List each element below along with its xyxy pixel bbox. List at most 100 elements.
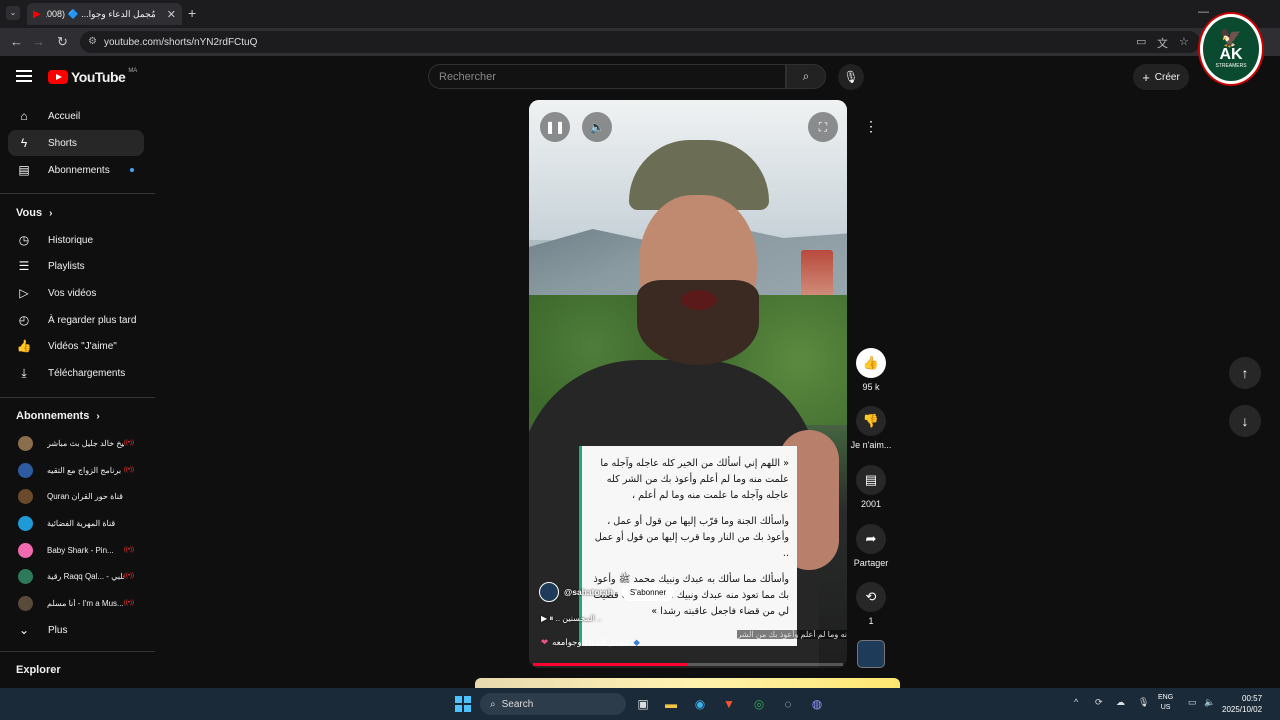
subscription-label: رقية Raqq Qal... - رقّ قلبي — [47, 571, 124, 581]
url-field[interactable]: ⚙ youtube.com/shorts/nYN2rdFCtuQ — [80, 31, 1200, 53]
browser-tab[interactable]: ▶ مُجمل الدعاء وجوا... 🔷 (1008) ✕ — [27, 3, 182, 25]
subscription-item[interactable]: الشيخ خالد جليل بث مباشر ((•)) — [8, 430, 144, 456]
avatar-subtext: STREAMERS — [1215, 63, 1247, 69]
app-icon[interactable]: ◌ — [778, 694, 798, 714]
live-icon: ((•)) — [123, 600, 134, 606]
language-indicator[interactable]: ENG US — [1158, 693, 1173, 713]
like-count: 95 k — [862, 382, 880, 392]
video-title-line[interactable]: ▶ ⏸ .. المحسنين .. — [541, 614, 601, 624]
chrome-icon[interactable]: ◎ — [749, 694, 769, 714]
bookmark-star-icon[interactable]: ☆ — [1179, 35, 1189, 48]
subscription-item[interactable]: Quran قناة حور القران — [8, 483, 144, 509]
edge-icon[interactable]: ◉ — [690, 694, 710, 714]
sidebar-item-watch-later[interactable]: ◴ À regarder plus tard — [8, 307, 144, 333]
create-button[interactable]: + Créer — [1133, 64, 1189, 90]
taskbar-search[interactable]: ⌕ Search — [480, 693, 626, 715]
translate-icon[interactable]: 文 — [1157, 35, 1168, 51]
volume-icon[interactable]: 🔈 — [582, 112, 612, 142]
video-caption[interactable]: ❤ مُجمل الدعاء وجوامعه ◆ — [541, 637, 640, 648]
tab-close-button[interactable]: ✕ — [167, 8, 176, 21]
comment-icon[interactable]: ▤ — [856, 465, 886, 495]
next-short-arrow-icon[interactable]: ↓ — [1229, 405, 1261, 437]
live-icon: ((•)) — [123, 467, 134, 473]
discord-icon[interactable]: ◍ — [807, 694, 827, 714]
tab-list-button[interactable]: ⌄ — [6, 6, 20, 20]
next-short-preview[interactable] — [475, 678, 900, 688]
thumbs-down-icon[interactable]: 👎 — [856, 406, 886, 436]
fullscreen-icon[interactable]: ⛶ — [808, 112, 838, 142]
forward-icon[interactable]: → — [32, 34, 45, 49]
avatar[interactable]: 🦅 AK STREAMERS — [1200, 14, 1262, 84]
comments-action[interactable]: ▤ 2001 — [852, 465, 890, 509]
subscribe-button[interactable]: S'abonner — [621, 583, 675, 601]
sidebar-item-liked-videos[interactable]: 👍 Vidéos "J'aime" — [8, 333, 144, 359]
clock-time: 00:57 — [1242, 694, 1263, 703]
subscriptions-heading[interactable]: Abonnements › — [16, 410, 100, 422]
tray-network-icon[interactable]: ▭ — [1188, 697, 1197, 708]
cast-icon[interactable]: ▭ — [1136, 35, 1146, 48]
more-options-icon[interactable]: ⋮ — [858, 113, 884, 139]
sidebar-item-history[interactable]: ◷ Historique — [8, 227, 144, 253]
pause-icon[interactable]: ❚❚ — [540, 112, 570, 142]
shorts-video-player[interactable]: ❚❚ 🔈 ⛶ « اللهم إني أسألك من الخير كله عا… — [529, 100, 847, 668]
channel-avatar[interactable] — [539, 582, 559, 602]
youtube-logo[interactable]: YouTube MA — [48, 68, 138, 85]
subscription-item[interactable]: برنامج الزواج مع التقيه ((•)) — [8, 457, 144, 483]
brave-icon[interactable]: ▼ — [719, 694, 739, 714]
channel-handle[interactable]: @sahatorah — [564, 587, 613, 597]
system-clock[interactable]: 00:57 2025/10/02 — [1222, 693, 1262, 715]
youtube-favicon-icon: ▶ — [33, 8, 41, 20]
channel-info: @sahatorah S'abonner — [539, 582, 675, 602]
subscription-item[interactable]: رقية Raqq Qal... - رقّ قلبي ((•)) — [8, 563, 144, 589]
task-view-icon[interactable]: ▣ — [633, 694, 653, 714]
microphone-icon[interactable]: 🎙 — [838, 64, 864, 90]
remix-icon[interactable]: ⟲ — [856, 582, 886, 612]
tray-mic-icon[interactable]: 🎙 — [1138, 697, 1149, 708]
subscription-item[interactable]: قناة المهرية الفضائية — [8, 510, 144, 536]
subscription-label: الشيخ خالد جليل بث مباشر — [47, 438, 124, 448]
tray-volume-icon[interactable]: 🔈 — [1204, 697, 1215, 708]
new-tab-button[interactable]: + — [188, 5, 196, 21]
dislike-action[interactable]: 👎 Je n'aim... — [851, 406, 891, 450]
sidebar-item-subscriptions[interactable]: ▤ Abonnements — [8, 157, 144, 183]
search-icon[interactable]: ⌕ — [786, 64, 826, 89]
reload-icon[interactable]: ↻ — [57, 34, 68, 50]
like-action[interactable]: 👍 95 k — [852, 348, 890, 392]
remix-action[interactable]: ⟲ 1 — [852, 582, 890, 626]
thumbs-up-icon[interactable]: 👍 — [856, 348, 886, 378]
sidebar-item-label: Abonnements — [48, 164, 110, 176]
sidebar-item-playlists[interactable]: ☰ Playlists — [8, 253, 144, 279]
remix-count: 1 — [868, 616, 874, 626]
downloads-icon: ⤓ — [21, 365, 27, 380]
sidebar-item-your-videos[interactable]: ▷ Vos vidéos — [8, 280, 144, 306]
sidebar-more-button[interactable]: ⌄ Plus — [8, 617, 144, 643]
site-info-icon[interactable]: ⚙ — [88, 36, 97, 47]
previous-short-arrow-icon[interactable]: ↑ — [1229, 357, 1261, 389]
channel-avatar — [18, 462, 33, 478]
sidebar-item-downloads[interactable]: ⤓ Téléchargements — [8, 360, 144, 386]
share-action[interactable]: ➦ Partager — [852, 524, 890, 568]
windows-start-icon[interactable] — [455, 696, 471, 712]
channel-thumbnail[interactable] — [857, 640, 885, 668]
sidebar-item-shorts[interactable]: ϟ Shorts — [8, 130, 144, 156]
you-heading[interactable]: Vous › — [16, 207, 52, 219]
back-icon[interactable]: ← — [10, 34, 23, 49]
chevron-right-icon: › — [49, 208, 53, 219]
sidebar-item-label: Téléchargements — [48, 367, 126, 379]
tray-chevron-up-icon[interactable]: ^ — [1074, 697, 1078, 707]
tray-sync-icon[interactable]: ⟳ — [1095, 697, 1103, 708]
tray-cloud-icon[interactable]: ☁ — [1116, 697, 1125, 708]
subscription-label: برنامج الزواج مع التقيه — [47, 465, 122, 475]
subscription-item[interactable]: أنا مسلم - I'm a Mus... ((•)) — [8, 590, 144, 616]
sidebar-item-label: Accueil — [48, 110, 81, 122]
progress-bar[interactable] — [533, 663, 843, 666]
menu-icon[interactable] — [16, 70, 32, 85]
search-input[interactable]: Rechercher — [428, 64, 786, 89]
subscription-item[interactable]: Baby Shark - Pin... ((•)) — [8, 537, 144, 563]
country-code: MA — [128, 68, 138, 74]
share-icon[interactable]: ➦ — [856, 524, 886, 554]
minimize-icon[interactable]: — — [1198, 6, 1209, 18]
file-explorer-icon[interactable]: ▬ — [661, 694, 681, 714]
sidebar-item-home[interactable]: ⌂ Accueil — [8, 103, 144, 129]
subscription-label: أنا مسلم - I'm a Mus... — [47, 598, 124, 608]
